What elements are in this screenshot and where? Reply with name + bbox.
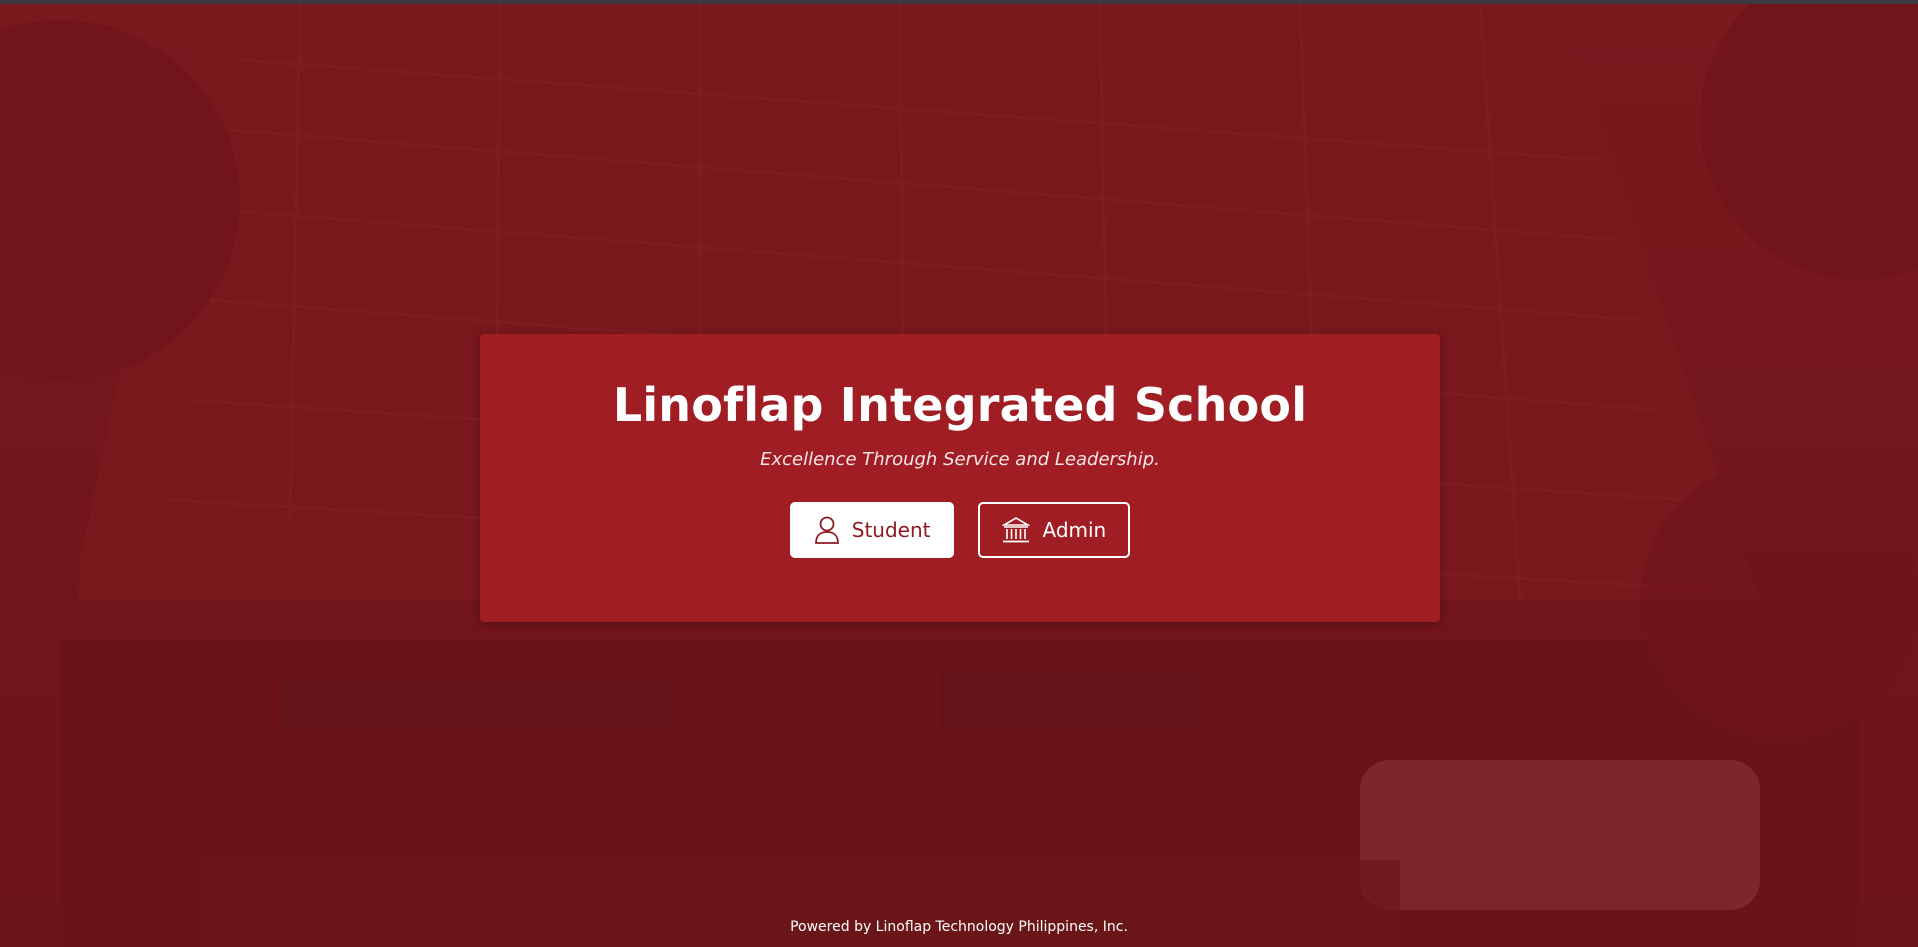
school-title: Linoflap Integrated School <box>612 378 1308 432</box>
footer-powered-by: Powered by Linoflap Technology Philippin… <box>790 919 1128 935</box>
admin-button-label: Admin <box>1042 518 1107 543</box>
student-button-label: Student <box>851 518 931 543</box>
browser-top-bar <box>0 0 1918 4</box>
student-button[interactable]: Student <box>789 502 955 559</box>
school-tagline: Excellence Through Service and Leadershi… <box>760 449 1160 471</box>
hero-card: Linoflap Integrated School Excellence Th… <box>480 334 1440 622</box>
admin-button[interactable]: Admin <box>978 502 1131 559</box>
institution-icon <box>1002 516 1031 544</box>
user-icon <box>814 515 840 545</box>
login-button-row: Student Admin <box>480 502 1440 559</box>
landing-page: Linoflap Integrated School Excellence Th… <box>0 0 1918 947</box>
